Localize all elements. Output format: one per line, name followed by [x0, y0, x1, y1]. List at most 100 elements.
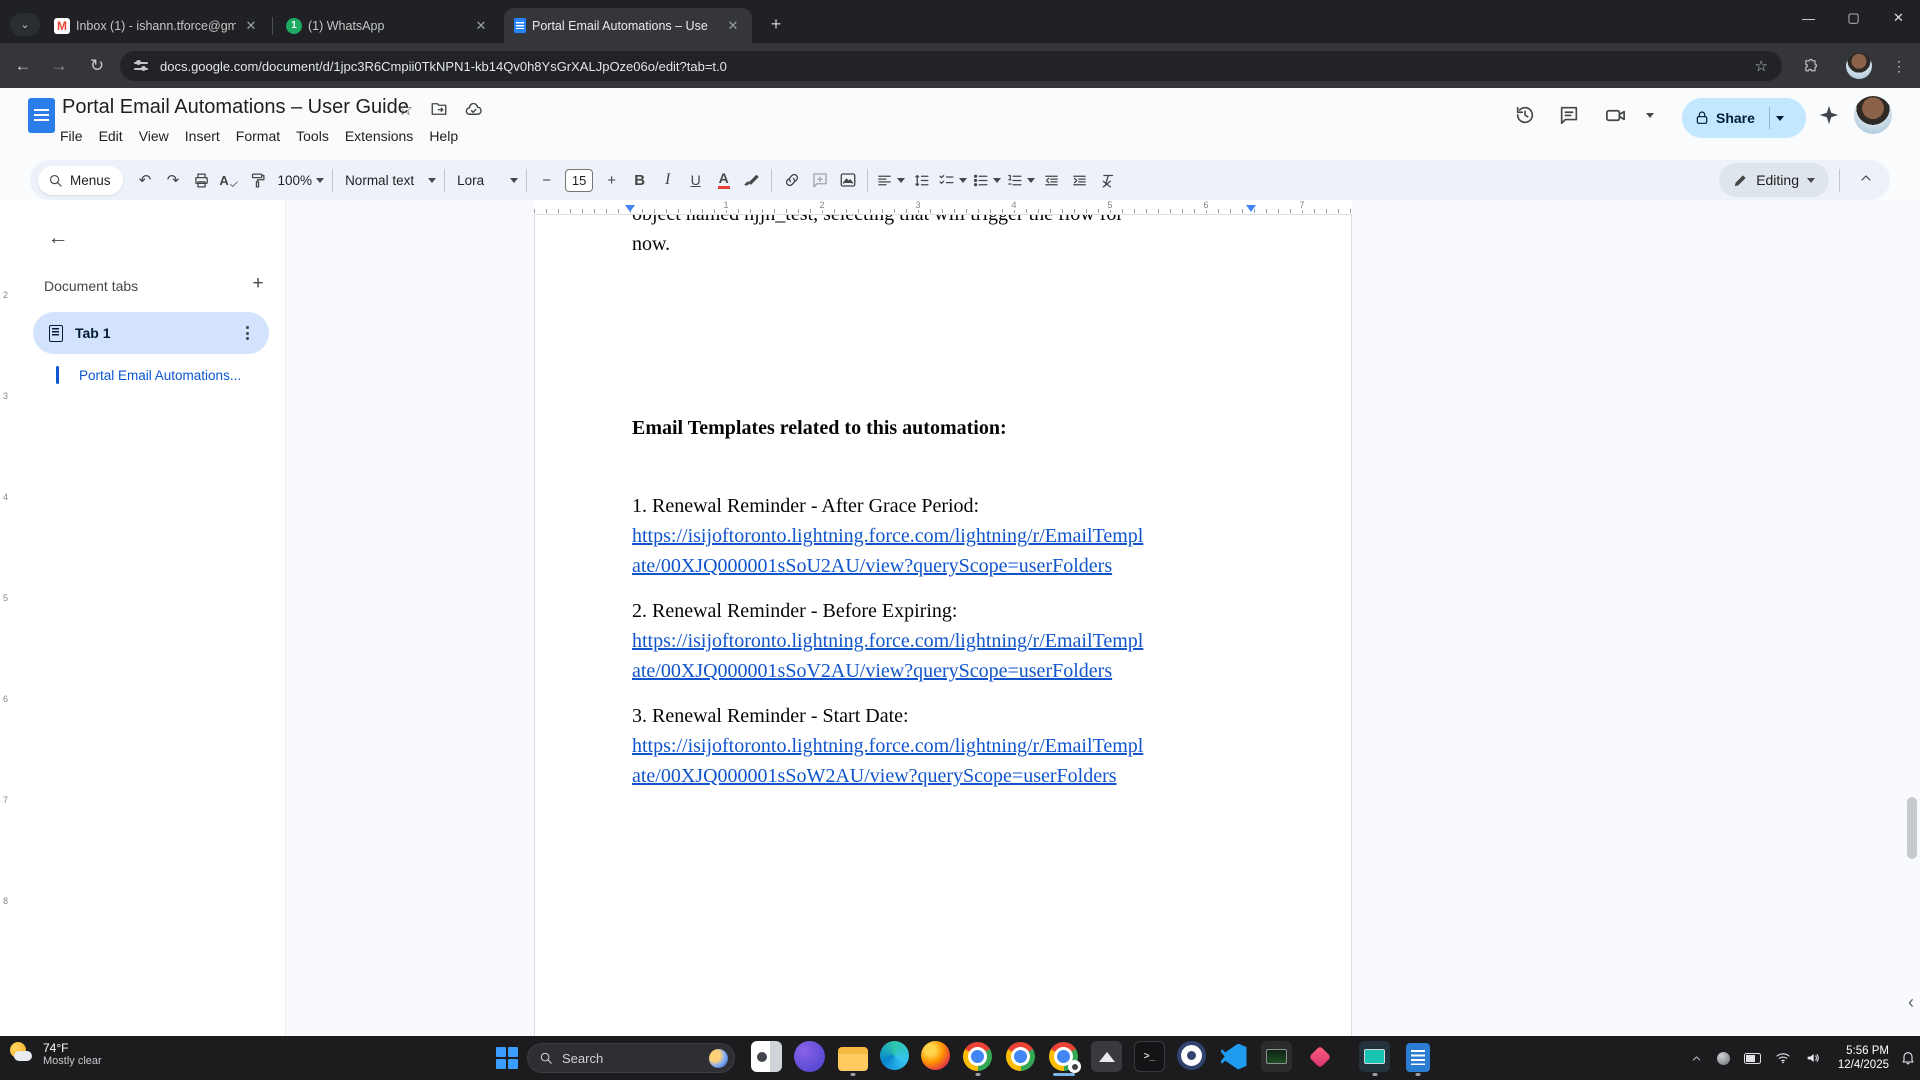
email-template-link-2[interactable]: https://isijoftoronto.lightning.force.co… — [632, 630, 1143, 682]
sidebar-tab-1[interactable]: Tab 1 — [33, 312, 269, 354]
tab-close-icon[interactable]: ✕ — [724, 17, 742, 35]
cloud-saved-icon[interactable] — [464, 100, 483, 124]
forward-icon[interactable]: → — [46, 53, 72, 79]
redo-icon[interactable]: ↷ — [160, 166, 187, 194]
browser-menu-kebab-icon[interactable]: ⋮ — [1886, 53, 1912, 79]
browser-profile-avatar[interactable] — [1846, 53, 1872, 79]
menus-search-button[interactable]: Menus — [38, 166, 123, 195]
site-settings-icon[interactable] — [134, 62, 148, 69]
document-title[interactable]: Portal Email Automations – User Guide — [62, 96, 409, 119]
menu-extensions[interactable]: Extensions — [337, 126, 421, 146]
star-document-icon[interactable]: ☆ — [398, 100, 413, 120]
decrease-indent-icon[interactable] — [1038, 166, 1065, 194]
font-size-increase-icon[interactable]: + — [598, 166, 625, 194]
window-maximize-button[interactable]: ▢ — [1831, 0, 1876, 36]
gemini-spark-icon[interactable] — [1816, 102, 1842, 128]
zoom-select[interactable]: 100% — [272, 166, 327, 194]
move-folder-icon[interactable] — [430, 100, 448, 123]
insert-image-icon[interactable] — [834, 166, 861, 194]
battery-icon[interactable] — [1744, 1053, 1761, 1064]
bookmark-star-icon[interactable]: ☆ — [1755, 57, 1768, 75]
menu-insert[interactable]: Insert — [177, 126, 228, 146]
notifications-bell-icon[interactable] — [1900, 1050, 1916, 1066]
vm-monitor-app-icon[interactable] — [1359, 1041, 1390, 1072]
underline-icon[interactable]: U — [682, 166, 709, 194]
clock-widget[interactable]: 5:56 PM 12/4/2025 — [1838, 1044, 1889, 1072]
menu-format[interactable]: Format — [228, 126, 288, 146]
side-panel-collapse-chevron-icon[interactable]: ‹ — [1908, 992, 1914, 1013]
start-button[interactable] — [496, 1047, 518, 1069]
share-button[interactable]: Share — [1682, 98, 1806, 138]
text-color-icon[interactable]: A — [718, 171, 730, 189]
menu-edit[interactable]: Edit — [91, 126, 131, 146]
diamond-app-icon[interactable] — [1304, 1041, 1335, 1072]
edge-icon[interactable] — [880, 1041, 909, 1070]
right-indent-marker[interactable] — [1246, 205, 1256, 212]
address-bar[interactable]: docs.google.com/document/d/1jpc3R6Cmpii0… — [120, 51, 1782, 81]
tab-search-button[interactable]: ⌄ — [10, 13, 40, 36]
back-icon[interactable]: ← — [10, 53, 36, 79]
left-indent-marker[interactable] — [625, 205, 635, 212]
menu-view[interactable]: View — [131, 126, 177, 146]
undo-icon[interactable]: ↶ — [132, 166, 159, 194]
collapse-toolbar-icon[interactable] — [1850, 166, 1882, 195]
document-page[interactable]: object named hjjh_test, selecting that w… — [534, 214, 1352, 1036]
add-tab-icon[interactable]: + — [244, 270, 272, 298]
add-comment-icon[interactable] — [806, 166, 833, 194]
insert-link-icon[interactable] — [778, 166, 805, 194]
font-size-decrease-icon[interactable]: − — [533, 166, 560, 194]
menu-tools[interactable]: Tools — [288, 126, 337, 146]
meet-dropdown-caret-icon[interactable] — [1646, 113, 1654, 118]
bulleted-list-icon[interactable] — [970, 166, 1003, 194]
comments-icon[interactable] — [1556, 102, 1582, 128]
meet-videocam-icon[interactable] — [1602, 102, 1628, 128]
firefox-icon[interactable] — [921, 1041, 950, 1070]
bold-icon[interactable]: B — [626, 166, 653, 194]
browser-tab-docs-active[interactable]: Portal Email Automations – Use ✕ — [504, 8, 752, 43]
paint-format-icon[interactable] — [244, 166, 271, 194]
menu-help[interactable]: Help — [421, 126, 466, 146]
print-icon[interactable] — [188, 166, 215, 194]
weather-widget[interactable]: 74°F Mostly clear — [8, 1040, 102, 1068]
menu-file[interactable]: File — [52, 126, 91, 146]
google-docs-logo-icon[interactable] — [28, 98, 55, 133]
vertical-scrollbar-thumb[interactable] — [1907, 797, 1917, 859]
close-sidebar-back-icon[interactable]: ← — [40, 220, 76, 256]
chrome-profile-1-icon[interactable] — [962, 1041, 993, 1072]
chrome-profile-2-icon[interactable] — [1005, 1041, 1036, 1072]
tray-expand-chevron-icon[interactable] — [1690, 1052, 1703, 1065]
font-size-field[interactable]: 15 — [565, 169, 593, 192]
account-avatar[interactable] — [1854, 96, 1892, 134]
numbered-list-icon[interactable] — [1004, 166, 1037, 194]
file-explorer-icon[interactable] — [837, 1041, 868, 1072]
reload-icon[interactable]: ↻ — [84, 53, 110, 79]
terminal-icon[interactable]: >_ — [1134, 1041, 1165, 1072]
checklist-icon[interactable] — [936, 166, 969, 194]
browser-tab-gmail[interactable]: M Inbox (1) - ishann.tforce@gmai ✕ — [44, 8, 270, 43]
browser-tab-whatsapp[interactable]: 1 (1) WhatsApp ✕ — [276, 8, 500, 43]
align-select-icon[interactable] — [874, 166, 907, 194]
new-tab-button[interactable]: + — [764, 12, 788, 36]
tab-options-kebab-icon[interactable] — [237, 326, 257, 340]
vscode-icon[interactable] — [1218, 1041, 1249, 1072]
tray-status-sphere-icon[interactable] — [1717, 1052, 1730, 1065]
share-dropdown-caret-icon[interactable] — [1776, 116, 1784, 121]
editing-mode-button[interactable]: Editing — [1719, 163, 1829, 197]
notes-doc-app-icon[interactable] — [1402, 1041, 1433, 1072]
volume-icon[interactable] — [1805, 1050, 1821, 1066]
window-minimize-button[interactable]: — — [1786, 0, 1831, 36]
increase-indent-icon[interactable] — [1066, 166, 1093, 194]
email-template-link-1[interactable]: https://isijoftoronto.lightning.force.co… — [632, 525, 1143, 577]
extensions-puzzle-icon[interactable] — [1798, 53, 1824, 79]
sidebar-outline-item[interactable]: Portal Email Automations... — [56, 366, 241, 384]
tab-close-icon[interactable]: ✕ — [242, 17, 260, 35]
font-select[interactable]: Lora — [451, 166, 520, 194]
clear-formatting-icon[interactable] — [1094, 166, 1121, 194]
italic-icon[interactable]: I — [654, 166, 681, 194]
paragraph-style-select[interactable]: Normal text — [339, 166, 438, 194]
chrome-active-window-icon[interactable] — [1048, 1041, 1079, 1072]
version-history-icon[interactable] — [1512, 102, 1538, 128]
photos-app-icon[interactable] — [1091, 1041, 1122, 1072]
line-spacing-icon[interactable] — [908, 166, 935, 194]
copilot-app-icon[interactable] — [751, 1041, 782, 1072]
